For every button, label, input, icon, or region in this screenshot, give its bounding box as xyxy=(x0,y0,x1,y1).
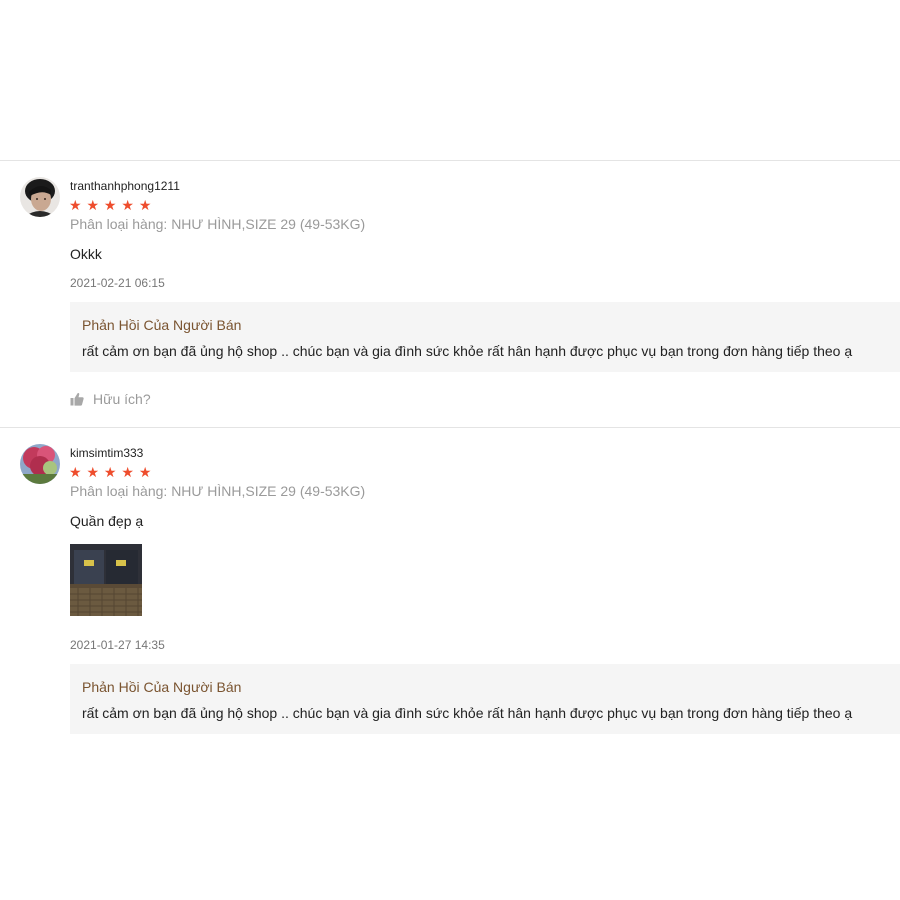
user-avatar[interactable] xyxy=(20,444,60,484)
seller-reply-title: Phản Hồi Của Người Bán xyxy=(82,317,242,333)
review-username[interactable]: kimsimtim333 xyxy=(70,446,143,460)
star-icon: ★ xyxy=(69,464,83,480)
star-icon: ★ xyxy=(138,464,152,480)
review-item: kimsimtim333 ★ ★ ★ ★ ★ Phân loại hàng: N… xyxy=(0,428,900,748)
review-timestamp: 2021-02-21 06:15 xyxy=(70,276,165,290)
helpful-button[interactable]: Hữu ích? xyxy=(70,391,151,407)
star-icon: ★ xyxy=(69,197,83,213)
review-username[interactable]: tranthanhphong1211 xyxy=(70,179,180,193)
review-item: tranthanhphong1211 ★ ★ ★ ★ ★ Phân loại h… xyxy=(0,161,900,427)
thumbs-up-icon xyxy=(70,392,84,406)
product-variation: Phân loại hàng: NHƯ HÌNH,SIZE 29 (49-53K… xyxy=(70,216,366,232)
star-rating: ★ ★ ★ ★ ★ xyxy=(69,465,152,479)
review-comment: Okkk xyxy=(70,246,102,262)
star-icon: ★ xyxy=(103,197,117,213)
review-photo[interactable] xyxy=(70,544,142,616)
review-timestamp: 2021-01-27 14:35 xyxy=(70,638,165,652)
star-icon: ★ xyxy=(138,197,152,213)
star-icon: ★ xyxy=(86,197,100,213)
seller-reply-text: rất cảm ơn bạn đã ủng hộ shop .. chúc bạ… xyxy=(82,343,853,359)
product-reviews-list: tranthanhphong1211 ★ ★ ★ ★ ★ Phân loại h… xyxy=(0,0,900,900)
seller-reply-title: Phản Hồi Của Người Bán xyxy=(82,679,242,695)
seller-reply: Phản Hồi Của Người Bán rất cảm ơn bạn đã… xyxy=(70,664,900,734)
star-icon: ★ xyxy=(121,197,135,213)
review-comment: Quần đẹp ạ xyxy=(70,513,144,529)
star-rating: ★ ★ ★ ★ ★ xyxy=(69,198,152,212)
star-icon: ★ xyxy=(121,464,135,480)
helpful-label: Hữu ích? xyxy=(93,391,151,407)
seller-reply-text: rất cảm ơn bạn đã ủng hộ shop .. chúc bạ… xyxy=(82,705,853,721)
user-avatar[interactable] xyxy=(20,177,60,217)
star-icon: ★ xyxy=(86,464,100,480)
seller-reply: Phản Hồi Của Người Bán rất cảm ơn bạn đã… xyxy=(70,302,900,372)
star-icon: ★ xyxy=(103,464,117,480)
product-variation: Phân loại hàng: NHƯ HÌNH,SIZE 29 (49-53K… xyxy=(70,483,366,499)
